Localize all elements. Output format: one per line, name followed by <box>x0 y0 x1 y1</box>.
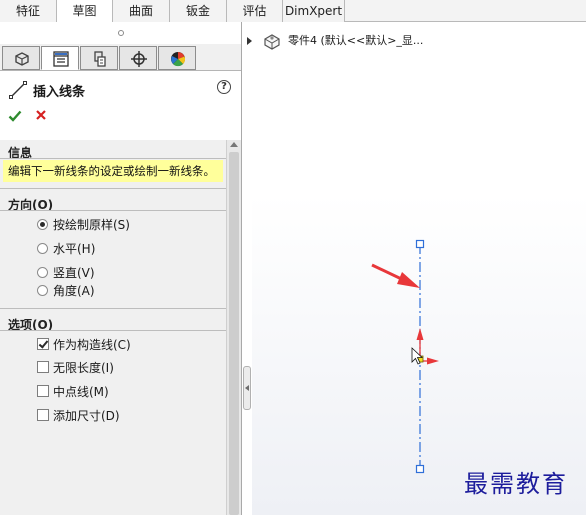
property-manager-icon <box>53 51 69 67</box>
options-heading-divider <box>0 330 226 331</box>
property-manager-scrollbar[interactable] <box>226 140 241 515</box>
feature-manager-tabs <box>2 46 202 70</box>
checkbox[interactable] <box>37 338 49 350</box>
tab-sheet-metal[interactable]: 钣金 <box>170 0 227 22</box>
radio-button[interactable] <box>37 267 48 278</box>
scroll-up-arrow-icon[interactable] <box>230 142 238 147</box>
tab-dimxpert[interactable]: DimXpert <box>283 0 345 22</box>
watermark: 最需教育 <box>464 470 568 498</box>
info-message: 编辑下一新线条的设定或绘制一新线条。 <box>3 160 223 182</box>
tab-sketch[interactable]: 草图 <box>57 0 113 23</box>
annotation-arrow-icon <box>397 272 420 288</box>
radio-button[interactable] <box>37 243 48 254</box>
panel-grip-icon[interactable] <box>118 30 124 36</box>
radio-button[interactable] <box>37 219 48 230</box>
property-manager-tab[interactable] <box>41 46 79 70</box>
orientation-heading-divider <box>0 210 226 211</box>
origin-x-arrow-icon <box>427 357 439 365</box>
scroll-thumb[interactable] <box>229 152 239 515</box>
checkbox-label: 作为构造线(C) <box>53 338 131 352</box>
dimxpert-manager-icon <box>131 51 147 67</box>
radio-button[interactable] <box>37 285 48 296</box>
line-tool-icon <box>9 81 27 99</box>
line-endpoint-top[interactable] <box>415 239 425 249</box>
help-icon[interactable]: ? <box>217 80 231 94</box>
cancel-x-icon[interactable] <box>35 109 47 121</box>
configuration-manager-tab[interactable] <box>80 46 118 70</box>
property-manager-title: 插入线条 <box>33 85 86 100</box>
checkbox[interactable] <box>37 361 49 373</box>
display-manager-icon <box>171 52 186 67</box>
info-group-divider <box>0 158 226 159</box>
checkbox[interactable] <box>37 385 49 397</box>
line-endpoint-bottom[interactable] <box>415 464 425 474</box>
orientation-group-divider <box>0 188 226 189</box>
panel-splitter[interactable] <box>242 22 252 515</box>
tab-surfaces[interactable]: 曲面 <box>113 0 170 22</box>
collapse-panel-handle[interactable] <box>243 366 251 410</box>
sketch-canvas <box>371 239 439 474</box>
property-manager-panel: 插入线条 ? 信息 编辑下一新线条的设定或绘制一新线条。 方向(O) 按绘制原样… <box>0 22 242 515</box>
checkbox-label: 添加尺寸(D) <box>53 409 120 423</box>
tab-evaluate[interactable]: 评估 <box>227 0 283 22</box>
panel-header-strip <box>0 22 241 44</box>
feature-tree-tab[interactable] <box>2 46 40 70</box>
property-manager-body: 信息 编辑下一新线条的设定或绘制一新线条。 方向(O) 按绘制原样(S) 水平(… <box>0 140 226 515</box>
radio-label: 竖直(V) <box>53 266 95 280</box>
configuration-manager-icon <box>94 51 106 67</box>
display-manager-tab[interactable] <box>158 46 196 70</box>
ok-check-icon[interactable] <box>8 109 22 123</box>
checkbox-label: 无限长度(I) <box>53 361 114 375</box>
options-group-divider <box>0 308 226 309</box>
checkbox-label: 中点线(M) <box>53 385 109 399</box>
feature-tree-icon <box>15 52 29 66</box>
command-manager-tabs: 特征 草图 曲面 钣金 评估 DimXpert <box>0 0 586 23</box>
radio-label: 水平(H) <box>53 242 96 256</box>
tab-features[interactable]: 特征 <box>0 0 57 22</box>
graphics-area[interactable]: 零件4 (默认<<默认>_显... 最需教育 <box>247 22 586 515</box>
radio-label: 角度(A) <box>53 284 95 298</box>
origin-y-arrow-icon <box>416 328 424 340</box>
radio-label: 按绘制原样(S) <box>53 218 130 232</box>
property-manager-header: 插入线条 ? <box>0 70 241 148</box>
checkbox[interactable] <box>37 409 49 421</box>
dimxpert-manager-tab[interactable] <box>119 46 157 70</box>
